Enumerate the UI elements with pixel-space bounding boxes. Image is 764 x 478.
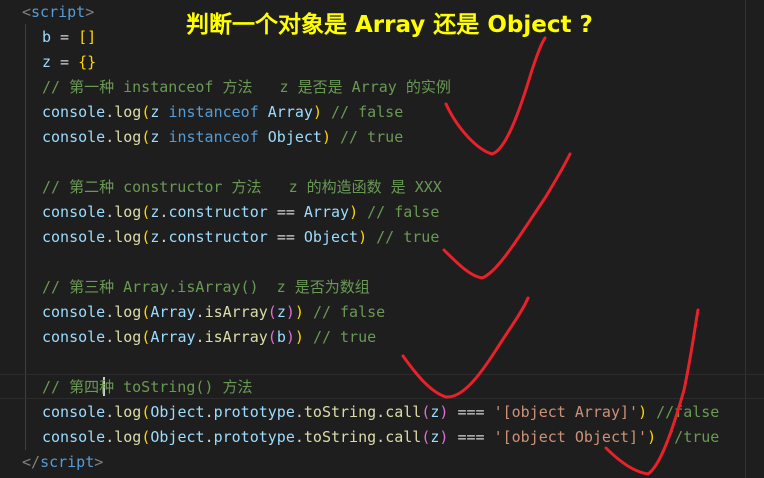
checkmark-4 [604,308,700,476]
checkmark-3 [401,296,530,399]
checkmark-2 [442,152,572,280]
handwritten-checkmarks [401,36,700,476]
checkmark-1 [444,36,547,156]
